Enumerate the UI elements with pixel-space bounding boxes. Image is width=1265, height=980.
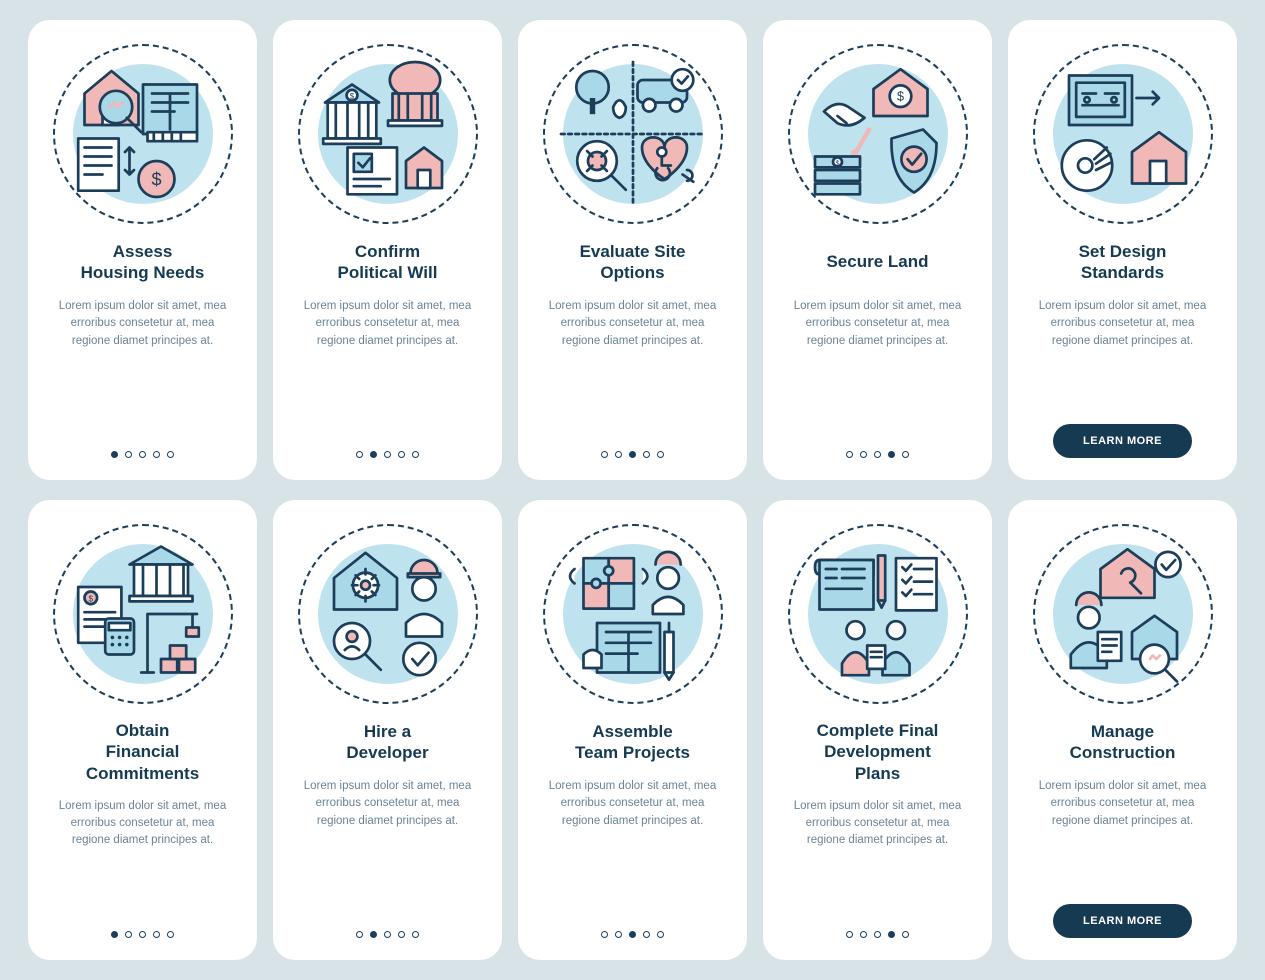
dot[interactable] xyxy=(643,451,650,458)
card-title: Confirm Political Will xyxy=(338,240,438,284)
card-manage-construction: Manage Construction Lorem ipsum dolor si… xyxy=(1008,500,1237,960)
card-complete-plans: Complete Final Development Plans Lorem i… xyxy=(763,500,992,960)
dot[interactable] xyxy=(412,451,419,458)
card-title: Assess Housing Needs xyxy=(81,240,205,284)
dot[interactable] xyxy=(888,451,895,458)
dot[interactable] xyxy=(860,931,867,938)
card-description: Lorem ipsum dolor sit amet, mea erroribu… xyxy=(46,798,239,850)
illustration-design-standards-icon xyxy=(1033,44,1213,224)
pagination-dots xyxy=(356,913,419,938)
pagination-dots xyxy=(846,913,909,938)
card-assess-housing: $ Assess Housing Needs Lorem ipsum dolor… xyxy=(28,20,257,480)
card-description: Lorem ipsum dolor sit amet, mea erroribu… xyxy=(291,298,484,350)
card-title: Assemble Team Projects xyxy=(575,720,690,764)
dot[interactable] xyxy=(384,451,391,458)
dot[interactable] xyxy=(125,931,132,938)
pagination-dots xyxy=(846,433,909,458)
card-description: Lorem ipsum dolor sit amet, mea erroribu… xyxy=(46,298,239,350)
dot[interactable] xyxy=(846,451,853,458)
dot[interactable] xyxy=(125,451,132,458)
card-secure-land: $ $ Secure xyxy=(763,20,992,480)
card-description: Lorem ipsum dolor sit amet, mea erroribu… xyxy=(781,298,974,350)
svg-text:$: $ xyxy=(896,90,903,104)
card-title: Secure Land xyxy=(826,240,928,284)
dot[interactable] xyxy=(153,931,160,938)
dot[interactable] xyxy=(398,931,405,938)
illustration-development-plans-icon xyxy=(788,524,968,704)
illustration-assess-housing-icon: $ xyxy=(53,44,233,224)
svg-text:$: $ xyxy=(88,594,93,603)
dot[interactable] xyxy=(153,451,160,458)
dot[interactable] xyxy=(356,451,363,458)
dot[interactable] xyxy=(888,931,895,938)
pagination-dots xyxy=(111,433,174,458)
card-confirm-political: $ Confirm Political Will Lorem ipsum dol… xyxy=(273,20,502,480)
card-obtain-financial: $ Obtain Financial Co xyxy=(28,500,257,960)
illustration-political-will-icon: $ xyxy=(298,44,478,224)
card-hire-developer: Hire a Developer Lorem ipsum dolor sit a… xyxy=(273,500,502,960)
dot[interactable] xyxy=(601,451,608,458)
illustration-evaluate-site-icon xyxy=(543,44,723,224)
dot[interactable] xyxy=(384,931,391,938)
illustration-hire-developer-icon xyxy=(298,524,478,704)
card-title: Evaluate Site Options xyxy=(580,240,686,284)
dot[interactable] xyxy=(139,451,146,458)
card-description: Lorem ipsum dolor sit amet, mea erroribu… xyxy=(291,778,484,830)
pagination-dots xyxy=(111,913,174,938)
svg-text:$: $ xyxy=(349,92,354,101)
card-description: Lorem ipsum dolor sit amet, mea erroribu… xyxy=(1026,778,1219,830)
dot[interactable] xyxy=(657,931,664,938)
card-title: Hire a Developer xyxy=(346,720,428,764)
card-set-design: Set Design Standards Lorem ipsum dolor s… xyxy=(1008,20,1237,480)
learn-more-button[interactable]: LEARN MORE xyxy=(1053,904,1192,938)
card-description: Lorem ipsum dolor sit amet, mea erroribu… xyxy=(1026,298,1219,350)
illustration-financial-commitments-icon: $ xyxy=(53,524,233,704)
dot[interactable] xyxy=(860,451,867,458)
dot[interactable] xyxy=(902,931,909,938)
pagination-dots xyxy=(356,433,419,458)
dot[interactable] xyxy=(139,931,146,938)
dot[interactable] xyxy=(111,451,118,458)
dot[interactable] xyxy=(874,931,881,938)
card-title: Manage Construction xyxy=(1070,720,1176,764)
illustration-manage-construction-icon xyxy=(1033,524,1213,704)
card-assemble-team: Assemble Team Projects Lorem ipsum dolor… xyxy=(518,500,747,960)
pagination-dots xyxy=(601,913,664,938)
svg-text:$: $ xyxy=(151,169,161,189)
card-description: Lorem ipsum dolor sit amet, mea erroribu… xyxy=(781,798,974,850)
dot[interactable] xyxy=(370,451,377,458)
svg-text:$: $ xyxy=(835,159,839,168)
learn-more-button[interactable]: LEARN MORE xyxy=(1053,424,1192,458)
dot[interactable] xyxy=(601,931,608,938)
card-title: Obtain Financial Commitments xyxy=(86,720,199,784)
dot[interactable] xyxy=(902,451,909,458)
card-description: Lorem ipsum dolor sit amet, mea erroribu… xyxy=(536,298,729,350)
dot[interactable] xyxy=(629,931,636,938)
pagination-dots xyxy=(601,433,664,458)
illustration-secure-land-icon: $ $ xyxy=(788,44,968,224)
dot[interactable] xyxy=(412,931,419,938)
onboarding-grid: $ Assess Housing Needs Lorem ipsum dolor… xyxy=(28,20,1237,960)
dot[interactable] xyxy=(629,451,636,458)
dot[interactable] xyxy=(167,451,174,458)
card-title: Set Design Standards xyxy=(1079,240,1167,284)
card-description: Lorem ipsum dolor sit amet, mea erroribu… xyxy=(536,778,729,830)
dot[interactable] xyxy=(167,931,174,938)
dot[interactable] xyxy=(356,931,363,938)
dot[interactable] xyxy=(398,451,405,458)
illustration-assemble-team-icon xyxy=(543,524,723,704)
dot[interactable] xyxy=(657,451,664,458)
dot[interactable] xyxy=(846,931,853,938)
dot[interactable] xyxy=(111,931,118,938)
dot[interactable] xyxy=(615,451,622,458)
dot[interactable] xyxy=(615,931,622,938)
dot[interactable] xyxy=(370,931,377,938)
card-evaluate-site: Evaluate Site Options Lorem ipsum dolor … xyxy=(518,20,747,480)
dot[interactable] xyxy=(643,931,650,938)
dot[interactable] xyxy=(874,451,881,458)
card-title: Complete Final Development Plans xyxy=(817,720,939,784)
